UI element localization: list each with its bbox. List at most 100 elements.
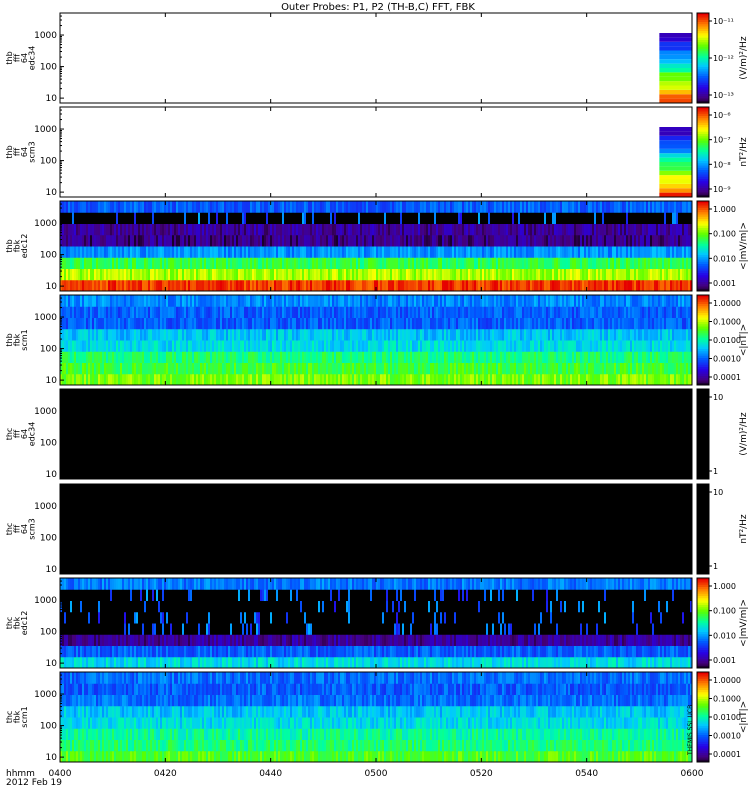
heatmap-cell (96, 328, 98, 341)
heatmap-cell (590, 201, 592, 213)
heatmap-cell (522, 306, 524, 318)
heatmap-cell (132, 351, 134, 363)
heatmap-cell (468, 223, 470, 236)
heatmap-cell (146, 223, 148, 236)
heatmap-cell (122, 373, 124, 386)
heatmap-cell (64, 295, 66, 307)
heatmap-cell (68, 279, 70, 292)
heatmap-cell (592, 317, 594, 330)
heatmap-cell (482, 201, 484, 213)
heatmap-cell (192, 317, 194, 330)
heatmap-cell (512, 246, 514, 258)
heatmap-cell (292, 340, 294, 352)
heatmap-cell (178, 351, 180, 363)
heatmap-cell (468, 257, 470, 269)
heatmap-cell (158, 328, 160, 341)
heatmap-cell (510, 295, 512, 307)
heatmap-cell (348, 212, 350, 224)
heatmap-cell (438, 317, 440, 330)
heatmap-cell (492, 279, 494, 292)
heatmap-cell (274, 373, 276, 386)
heatmap-cell (268, 246, 270, 258)
heatmap-cell (252, 373, 254, 386)
heatmap-cell (258, 234, 260, 247)
heatmap-cell (490, 340, 492, 352)
heatmap-cell (266, 306, 268, 318)
heatmap-cell (488, 223, 490, 236)
heatmap-cell (514, 246, 516, 258)
heatmap-cell (260, 279, 262, 292)
heatmap-cell (416, 373, 418, 386)
heatmap-cells (659, 33, 692, 103)
heatmap-cell (138, 306, 140, 318)
heatmap-cell (544, 234, 546, 247)
heatmap-cell (88, 317, 90, 330)
heatmap-cell (506, 201, 508, 213)
heatmap-cell (516, 351, 518, 363)
heatmap-cell (244, 223, 246, 236)
heatmap-cell (610, 223, 612, 236)
heatmap-cell (136, 257, 138, 269)
heatmap-cell (214, 351, 216, 363)
heatmap-cell (332, 223, 334, 236)
heatmap-cell (156, 362, 158, 375)
heatmap-cell (350, 362, 352, 375)
heatmap-cell (630, 268, 632, 281)
heatmap-cell (306, 234, 308, 247)
heatmap-cell (494, 201, 496, 213)
heatmap-cell (570, 351, 572, 363)
heatmap-cell (102, 328, 104, 341)
heatmap-cell (152, 306, 154, 318)
heatmap-cell (632, 223, 634, 236)
heatmap-cell (330, 279, 332, 292)
heatmap-cell (252, 362, 254, 375)
heatmap-cell (164, 362, 166, 375)
heatmap-cell (100, 306, 102, 318)
heatmap-cell (378, 373, 380, 386)
heatmap-cell (380, 268, 382, 281)
heatmap-cell (530, 306, 532, 318)
heatmap-cell (118, 234, 120, 247)
heatmap-cell (160, 279, 162, 292)
plot-area (60, 13, 692, 103)
heatmap-cell (114, 306, 116, 318)
heatmap-cell (438, 246, 440, 258)
heatmap-cell (330, 234, 332, 247)
heatmap-cell (254, 223, 256, 236)
heatmap-cell (270, 268, 272, 281)
heatmap-cell (490, 362, 492, 375)
heatmap-cell (476, 268, 478, 281)
heatmap-cell (556, 279, 558, 292)
heatmap-cell (98, 201, 100, 213)
heatmap-cell (110, 362, 112, 375)
heatmap-cell (402, 223, 404, 236)
heatmap-cell (92, 268, 94, 281)
heatmap-cell (146, 212, 148, 224)
heatmap-cell (454, 257, 456, 269)
heatmap-cell (116, 212, 118, 224)
heatmap-cell (198, 257, 200, 269)
heatmap-cell (216, 340, 218, 352)
heatmap-cell (102, 223, 104, 236)
heatmap-cell (368, 362, 370, 375)
heatmap-cell (68, 223, 70, 236)
heatmap-cell (564, 373, 566, 386)
heatmap-cell (468, 362, 470, 375)
heatmap-cell (516, 223, 518, 236)
heatmap-cell (564, 317, 566, 330)
heatmap-cell (162, 279, 164, 292)
heatmap-cell (468, 234, 470, 247)
heatmap-cell (504, 317, 506, 330)
heatmap-cell (636, 268, 638, 281)
heatmap-cell (688, 279, 690, 292)
heatmap-cell (592, 340, 594, 352)
heatmap-cell (204, 306, 206, 318)
heatmap-cell (108, 340, 110, 352)
heatmap-cell (246, 246, 248, 258)
heatmap-cell (470, 295, 472, 307)
heatmap-cell (264, 362, 266, 375)
heatmap-cell (392, 212, 394, 224)
heatmap-cell (100, 373, 102, 386)
heatmap-cell (164, 306, 166, 318)
heatmap-cell (252, 340, 254, 352)
